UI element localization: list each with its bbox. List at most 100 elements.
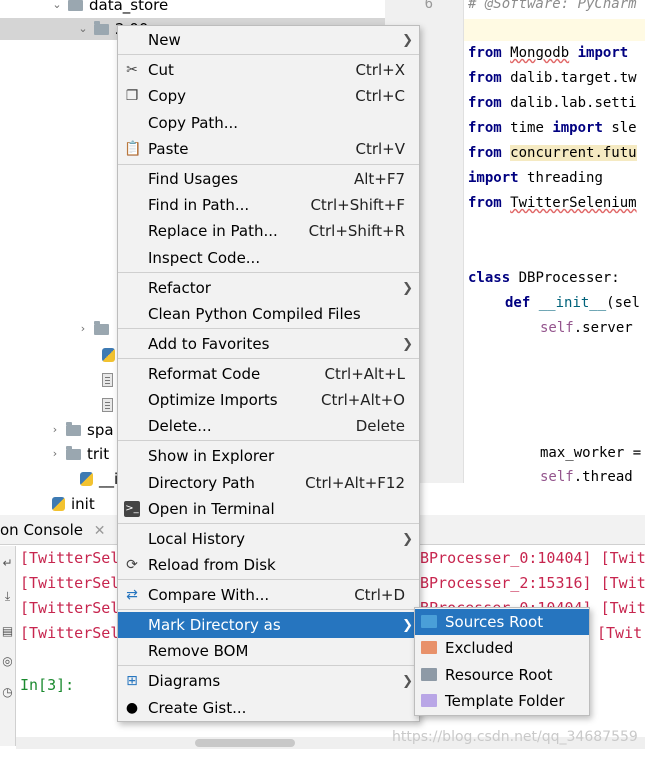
chevron-right-icon[interactable]: ›	[48, 423, 62, 437]
menu-shortcut: Alt+F7	[353, 170, 405, 188]
keyword: from	[468, 195, 502, 211]
menu-item-remove-bom[interactable]: Remove BOM	[118, 638, 419, 664]
function-name: __init__	[538, 295, 607, 311]
tree-label: init	[71, 495, 95, 513]
scrollbar-thumb[interactable]	[195, 739, 295, 747]
scroll-to-end-icon[interactable]: ⤓	[1, 590, 14, 603]
paste-icon: 📋	[124, 141, 142, 157]
module-name: threading	[527, 170, 603, 186]
imported-name: sle	[611, 120, 637, 136]
menu-label: Open in Terminal	[148, 500, 275, 518]
tree-row-data-store[interactable]: ⌄ data_store	[50, 0, 168, 16]
keyword: from	[468, 70, 502, 86]
sources-folder-icon	[421, 615, 437, 628]
menu-item-inspect-code[interactable]: Inspect Code...	[118, 245, 419, 271]
menu-item-reload-from-disk[interactable]: ⟳ Reload from Disk	[118, 552, 419, 578]
tree-row-textfile[interactable]	[98, 394, 119, 416]
watermark: https://blog.csdn.net/qq_34687559	[392, 729, 638, 745]
menu-shortcut: Ctrl+Alt+L	[324, 365, 406, 383]
chevron-right-icon[interactable]: ›	[48, 447, 62, 461]
excluded-folder-icon	[421, 641, 437, 654]
code-line-import: from concurrent.futu	[468, 145, 637, 161]
code-line-import: from TwitterSelenium	[468, 195, 637, 211]
menu-label: Find in Path...	[148, 196, 250, 214]
menu-item-diagrams[interactable]: ⊞ Diagrams ❯	[118, 668, 419, 694]
menu-item-clean-python[interactable]: Clean Python Compiled Files	[118, 301, 419, 327]
menu-item-optimize-imports[interactable]: Optimize Imports Ctrl+Alt+O	[118, 387, 419, 413]
tree-row-spa[interactable]: › spa	[48, 419, 114, 441]
module-name: dalib.lab.setti	[510, 95, 637, 111]
copy-icon: ❐	[125, 88, 139, 104]
python-file-icon	[102, 348, 115, 362]
console-output-line: [TwitterSel	[20, 599, 120, 617]
menu-separator	[118, 440, 419, 441]
text-file-icon	[102, 373, 113, 387]
menu-item-show-in-explorer[interactable]: Show in Explorer	[118, 443, 419, 469]
chevron-down-icon[interactable]: ⌄	[76, 22, 90, 36]
module-name: dalib.target.tw	[510, 70, 637, 86]
menu-item-delete[interactable]: Delete... Delete	[118, 413, 419, 439]
menu-item-new[interactable]: New ❯	[118, 27, 419, 53]
menu-item-find-usages[interactable]: Find Usages Alt+F7	[118, 166, 419, 192]
tree-row-init-py[interactable]: __i	[76, 468, 118, 490]
reload-icon: ⟳	[126, 557, 138, 573]
submenu-item-sources-root[interactable]: Sources Root	[415, 609, 589, 635]
variables-icon[interactable]: ◎	[1, 655, 14, 668]
submenu-item-template-folder[interactable]: Template Folder	[415, 688, 589, 714]
menu-item-compare-with[interactable]: ⇄ Compare With... Ctrl+D	[118, 582, 419, 608]
tree-row-trit[interactable]: › trit	[48, 443, 109, 465]
menu-item-directory-path[interactable]: Directory Path Ctrl+Alt+F12	[118, 470, 419, 496]
menu-item-cut[interactable]: ✂ Cut Ctrl+X	[118, 57, 419, 83]
menu-item-refactor[interactable]: Refactor ❯	[118, 275, 419, 301]
menu-label: Optimize Imports	[148, 391, 278, 409]
self-keyword: self	[540, 320, 574, 336]
menu-item-paste[interactable]: 📋 Paste Ctrl+V	[118, 136, 419, 162]
print-icon[interactable]: ▤	[1, 625, 14, 638]
tree-label: spa	[87, 421, 114, 439]
keyword: def	[505, 295, 531, 311]
tree-row-textfile[interactable]	[98, 369, 119, 391]
menu-label: Reformat Code	[148, 365, 261, 383]
tab-label: on Console	[0, 521, 83, 539]
menu-label: Paste	[148, 140, 189, 158]
tab-python-console[interactable]: on Console ✕	[0, 515, 112, 545]
menu-item-reformat-code[interactable]: Reformat Code Ctrl+Alt+L	[118, 361, 419, 387]
menu-label: Cut	[148, 61, 174, 79]
current-line-highlight	[464, 19, 645, 41]
wrap-icon[interactable]: ↵	[1, 557, 14, 570]
code-line-import: from Mongodb import	[468, 45, 628, 61]
menu-item-find-in-path[interactable]: Find in Path... Ctrl+Shift+F	[118, 192, 419, 218]
menu-shortcut: Ctrl+Shift+R	[308, 222, 405, 240]
menu-label: Copy	[148, 87, 187, 105]
menu-label: Local History	[148, 530, 246, 548]
template-folder-icon	[421, 694, 437, 707]
menu-item-mark-directory-as[interactable]: Mark Directory as ❯	[118, 612, 419, 638]
tree-row-init[interactable]: init	[48, 493, 95, 515]
console-prompt[interactable]: In[3]:	[20, 676, 74, 694]
menu-item-add-to-favorites[interactable]: Add to Favorites ❯	[118, 331, 419, 357]
submenu-item-excluded[interactable]: Excluded	[415, 635, 589, 661]
menu-separator	[118, 665, 419, 666]
close-icon[interactable]: ✕	[94, 523, 106, 539]
menu-label: Directory Path	[148, 474, 255, 492]
menu-item-copy[interactable]: ❐ Copy Ctrl+C	[118, 83, 419, 109]
menu-item-open-in-terminal[interactable]: >_ Open in Terminal	[118, 496, 419, 522]
menu-separator	[118, 609, 419, 610]
submenu-label: Excluded	[445, 639, 514, 657]
resource-folder-icon	[421, 668, 437, 681]
code-line-import: from dalib.lab.setti	[468, 95, 637, 111]
chevron-right-icon[interactable]: ›	[76, 322, 90, 336]
keyword: import	[468, 170, 519, 186]
tree-row-collapsed[interactable]: ›	[76, 318, 115, 340]
code-line-self: self.server	[540, 320, 633, 336]
submenu-item-resource-root[interactable]: Resource Root	[415, 662, 589, 688]
chevron-down-icon[interactable]: ⌄	[50, 0, 64, 12]
menu-item-create-gist[interactable]: ● Create Gist...	[118, 695, 419, 721]
history-icon[interactable]: ◷	[1, 686, 14, 699]
chevron-right-icon: ❯	[402, 531, 413, 547]
menu-shortcut: Delete	[355, 417, 405, 435]
menu-item-replace-in-path[interactable]: Replace in Path... Ctrl+Shift+R	[118, 218, 419, 244]
menu-item-copy-path[interactable]: Copy Path...	[118, 110, 419, 136]
menu-item-local-history[interactable]: Local History ❯	[118, 526, 419, 552]
menu-label: Copy Path...	[148, 114, 239, 132]
